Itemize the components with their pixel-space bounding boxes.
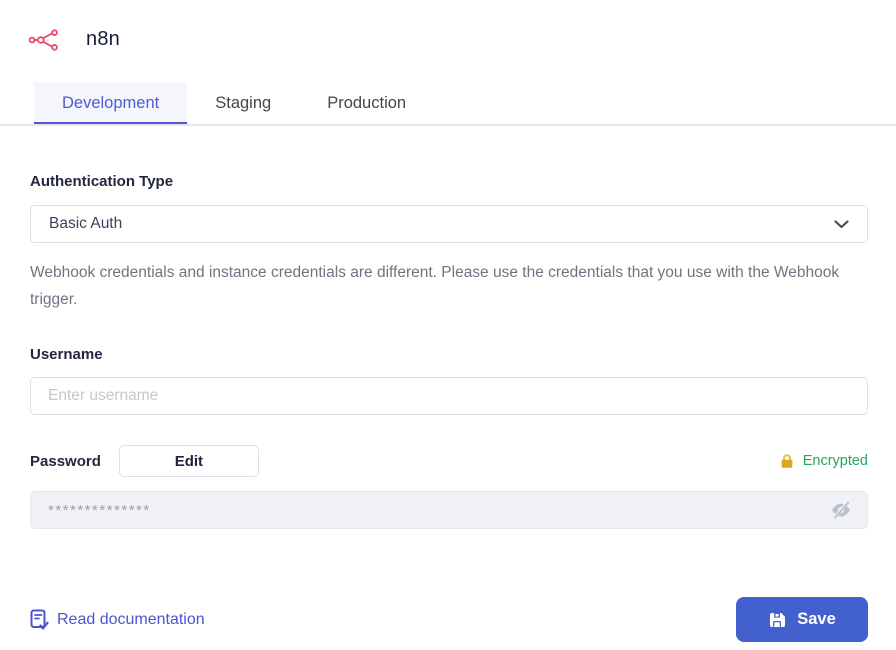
lock-icon	[779, 453, 795, 469]
credentials-form: Authentication Type Basic Auth Webhook c…	[0, 173, 896, 642]
encrypted-label: Encrypted	[802, 453, 868, 469]
tab-development[interactable]: Development	[34, 82, 188, 124]
footer: Read documentation Save	[30, 597, 868, 642]
read-documentation-link[interactable]: Read documentation	[30, 609, 205, 631]
password-masked-value: **************	[48, 501, 151, 519]
password-row: Password Edit Encrypted	[30, 445, 868, 477]
page-title: n8n	[86, 28, 120, 50]
edit-password-button[interactable]: Edit	[118, 445, 259, 477]
n8n-nodes-icon	[28, 28, 60, 51]
environment-tabs: Development Staging Production	[0, 82, 896, 126]
read-documentation-label: Read documentation	[57, 610, 205, 628]
chevron-down-icon	[834, 219, 849, 229]
auth-type-select[interactable]: Basic Auth	[30, 205, 868, 243]
tab-production[interactable]: Production	[299, 82, 434, 124]
encrypted-badge: Encrypted	[779, 453, 868, 469]
header: n8n	[0, 0, 896, 51]
floppy-disk-icon	[768, 611, 786, 629]
eye-off-icon[interactable]	[829, 499, 853, 521]
tab-staging[interactable]: Staging	[187, 82, 299, 124]
password-label: Password	[30, 452, 101, 470]
auth-type-label: Authentication Type	[30, 173, 174, 190]
auth-type-value: Basic Auth	[49, 215, 123, 232]
username-label: Username	[30, 346, 103, 363]
save-button[interactable]: Save	[736, 597, 868, 642]
save-button-label: Save	[797, 610, 836, 628]
username-input[interactable]	[30, 377, 868, 415]
document-check-icon	[30, 609, 49, 631]
password-input[interactable]: **************	[30, 491, 868, 529]
webhook-help-text: Webhook credentials and instance credent…	[30, 264, 840, 308]
